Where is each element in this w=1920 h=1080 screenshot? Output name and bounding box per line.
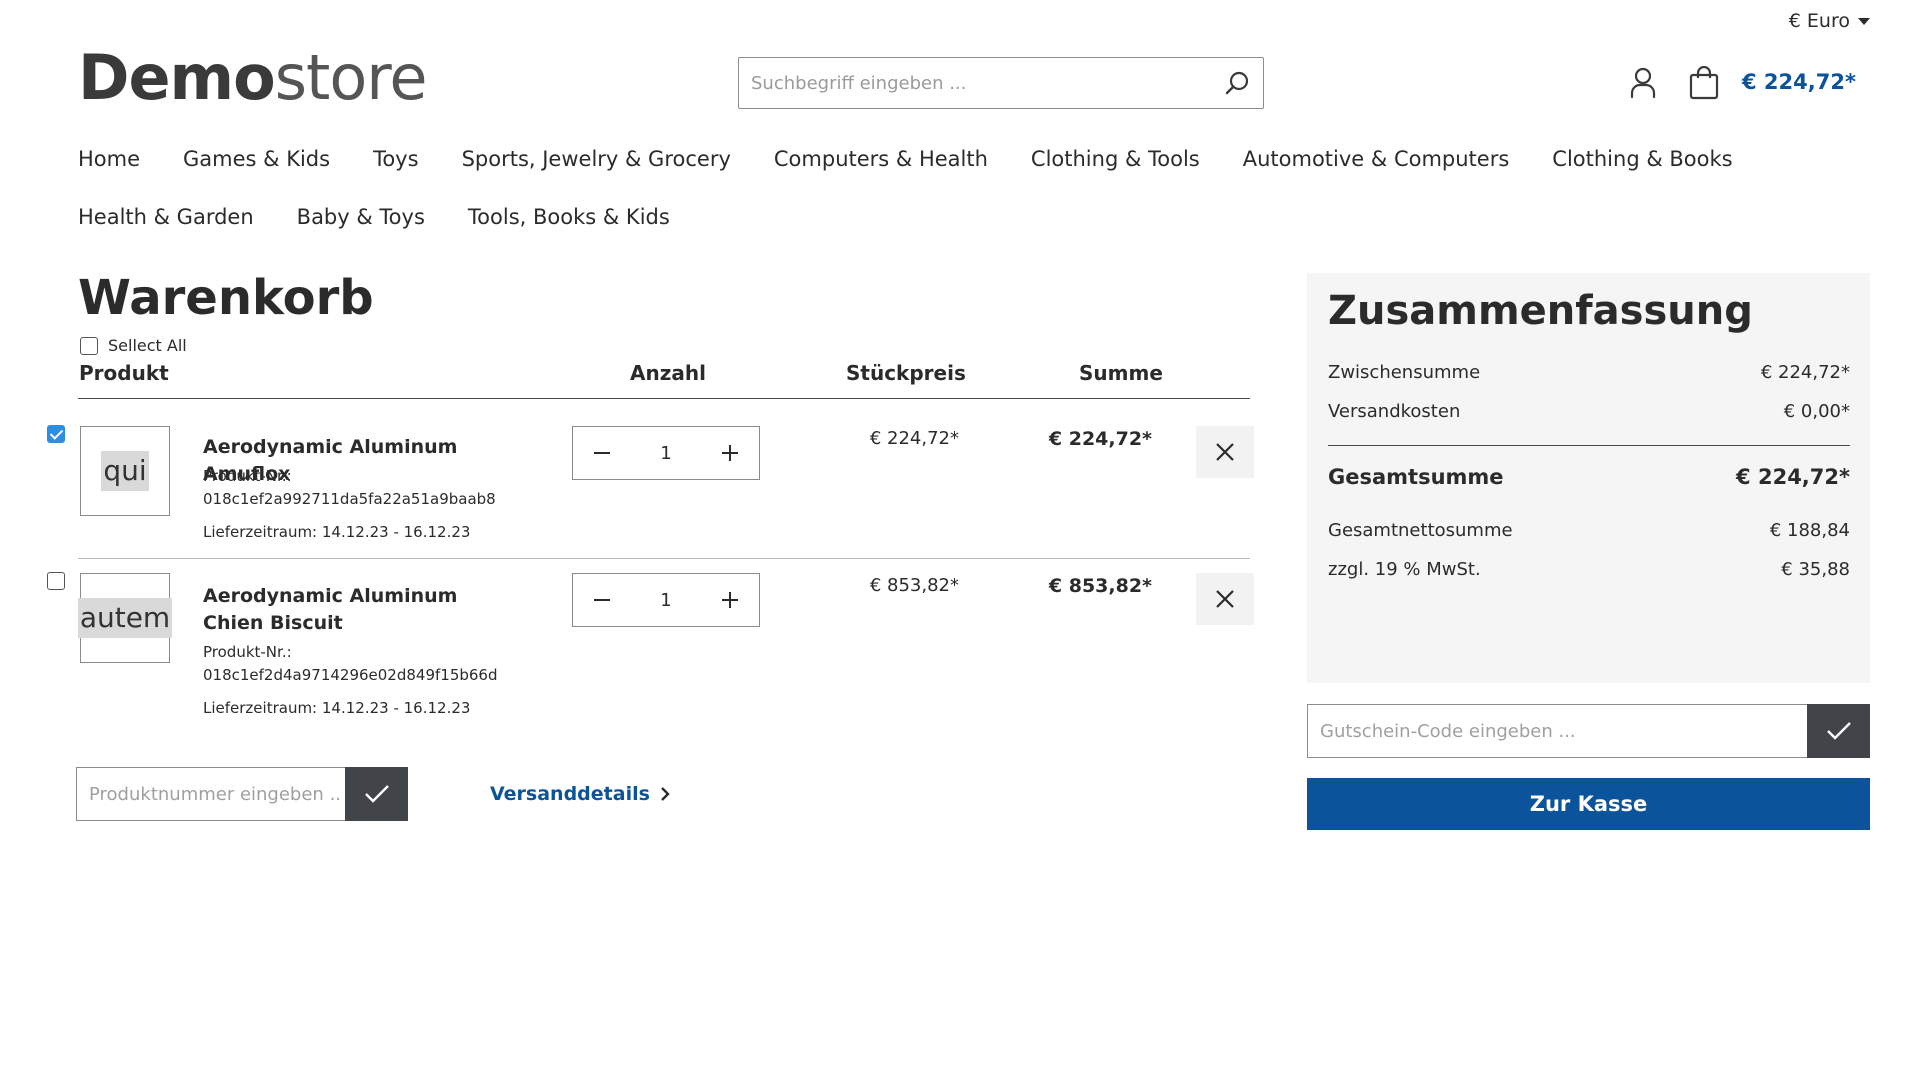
- shipping-details-label: Versanddetails: [490, 783, 650, 805]
- remove-item-button[interactable]: [1196, 426, 1254, 478]
- voucher-form: [1307, 704, 1870, 758]
- net-total-label: Gesamtnettosumme: [1328, 520, 1513, 541]
- voucher-input[interactable]: [1307, 704, 1807, 758]
- net-total-row: Gesamtnettosumme € 188,84: [1328, 520, 1850, 541]
- caret-down-icon: [1858, 17, 1870, 25]
- column-header-quantity: Anzahl: [630, 361, 706, 385]
- search-input[interactable]: [739, 57, 1211, 109]
- unit-price: € 224,72*: [869, 428, 959, 449]
- quantity-value[interactable]: 1: [660, 590, 671, 611]
- nav-item-computers-health[interactable]: Computers & Health: [774, 147, 988, 171]
- line-total: € 853,82*: [1048, 575, 1152, 597]
- logo-bold: Demo: [78, 41, 276, 114]
- shipping-value: € 0,00*: [1783, 401, 1850, 422]
- checkmark-icon: [364, 785, 389, 803]
- subtotal-label: Zwischensumme: [1328, 362, 1481, 383]
- quantity-stepper: 1: [572, 573, 760, 627]
- shipping-details-link[interactable]: Versanddetails: [490, 783, 670, 805]
- close-icon: [1216, 590, 1234, 608]
- row-divider: [78, 558, 1250, 559]
- page-title: Warenkorb: [78, 270, 374, 326]
- column-header-total: Summe: [1079, 361, 1163, 385]
- unit-price: € 853,82*: [869, 575, 959, 596]
- product-number-label: Produkt-Nr.:: [203, 467, 292, 485]
- vat-value: € 35,88: [1781, 559, 1850, 580]
- grand-total-label: Gesamtsumme: [1328, 465, 1504, 489]
- select-all-label: Sellect All: [108, 336, 187, 355]
- column-header-product: Produkt: [79, 361, 169, 385]
- nav-item-toys[interactable]: Toys: [373, 147, 418, 171]
- header-divider: [78, 398, 1250, 399]
- nav-item-home[interactable]: Home: [78, 147, 140, 171]
- checkmark-icon: [1826, 722, 1851, 740]
- line-total: € 224,72*: [1048, 428, 1152, 450]
- account-icon[interactable]: [1625, 63, 1661, 103]
- remove-item-button[interactable]: [1196, 573, 1254, 625]
- delivery-time: Lieferzeitraum: 14.12.23 - 16.12.23: [203, 523, 471, 541]
- column-header-unit-price: Stückpreis: [846, 361, 966, 385]
- item-checkbox[interactable]: [47, 425, 65, 443]
- shipping-label: Versandkosten: [1328, 401, 1461, 422]
- nav-item-baby-toys[interactable]: Baby & Toys: [297, 205, 425, 229]
- add-product-form: [76, 767, 408, 821]
- apply-voucher-button[interactable]: [1807, 704, 1870, 758]
- search-icon[interactable]: [1211, 58, 1263, 108]
- net-total-value: € 188,84: [1769, 520, 1850, 541]
- product-number: 018c1ef2a992711da5fa22a51a9baab8: [203, 490, 496, 508]
- summary-divider: [1328, 445, 1850, 446]
- currency-selector[interactable]: € Euro: [1789, 10, 1870, 32]
- product-number-input[interactable]: [76, 767, 346, 821]
- select-all[interactable]: Sellect All: [80, 336, 187, 355]
- summary-title: Zusammenfassung: [1328, 288, 1753, 334]
- plus-button[interactable]: [701, 427, 759, 479]
- delivery-time: Lieferzeitraum: 14.12.23 - 16.12.23: [203, 699, 471, 717]
- grand-total-row: Gesamtsumme € 224,72*: [1328, 465, 1850, 489]
- main-navigation: Home Games & Kids Toys Sports, Jewelry &…: [78, 147, 1776, 171]
- product-number-label: Produkt-Nr.:: [203, 643, 292, 661]
- product-thumbnail[interactable]: autem: [77, 573, 173, 663]
- plus-button[interactable]: [701, 574, 759, 626]
- thumbnail-text: autem: [77, 598, 173, 638]
- product-number: 018c1ef2d4a9714296e02d849f15b66d: [203, 666, 498, 684]
- add-product-button[interactable]: [345, 767, 408, 821]
- close-icon: [1216, 443, 1234, 461]
- nav-item-tools-books-kids[interactable]: Tools, Books & Kids: [468, 205, 670, 229]
- nav-item-clothing-books[interactable]: Clothing & Books: [1552, 147, 1732, 171]
- nav-item-sports-jewelry-grocery[interactable]: Sports, Jewelry & Grocery: [462, 147, 731, 171]
- minus-button[interactable]: [573, 427, 631, 479]
- currency-label: € Euro: [1788, 10, 1850, 32]
- minus-button[interactable]: [573, 574, 631, 626]
- checkout-button[interactable]: Zur Kasse: [1307, 778, 1870, 830]
- subtotal-value: € 224,72*: [1760, 362, 1850, 383]
- logo[interactable]: Demostore: [78, 46, 428, 110]
- nav-item-health-garden[interactable]: Health & Garden: [78, 205, 254, 229]
- item-checkbox[interactable]: [47, 572, 65, 590]
- chevron-right-icon: [661, 787, 670, 801]
- cart-icon[interactable]: [1684, 63, 1724, 103]
- product-name[interactable]: Aerodynamic Aluminum Chien Biscuit: [203, 583, 523, 637]
- header-cart-total[interactable]: € 224,72*: [1742, 70, 1856, 94]
- vat-row: zzgl. 19 % MwSt. € 35,88: [1328, 559, 1850, 580]
- nav-item-automotive-computers[interactable]: Automotive & Computers: [1243, 147, 1510, 171]
- select-all-checkbox[interactable]: [80, 336, 98, 355]
- main-navigation-row-2: Health & Garden Baby & Toys Tools, Books…: [78, 205, 713, 229]
- shipping-row: Versandkosten € 0,00*: [1328, 401, 1850, 422]
- logo-light: store: [274, 41, 428, 114]
- search-form: [738, 57, 1264, 109]
- quantity-value[interactable]: 1: [660, 443, 671, 464]
- vat-label: zzgl. 19 % MwSt.: [1328, 559, 1481, 580]
- subtotal-row: Zwischensumme € 224,72*: [1328, 362, 1850, 383]
- nav-item-clothing-tools[interactable]: Clothing & Tools: [1031, 147, 1200, 171]
- grand-total-value: € 224,72*: [1736, 465, 1850, 489]
- nav-item-games-kids[interactable]: Games & Kids: [183, 147, 330, 171]
- thumbnail-text: qui: [101, 451, 149, 491]
- quantity-stepper: 1: [572, 426, 760, 480]
- product-thumbnail[interactable]: qui: [80, 426, 170, 516]
